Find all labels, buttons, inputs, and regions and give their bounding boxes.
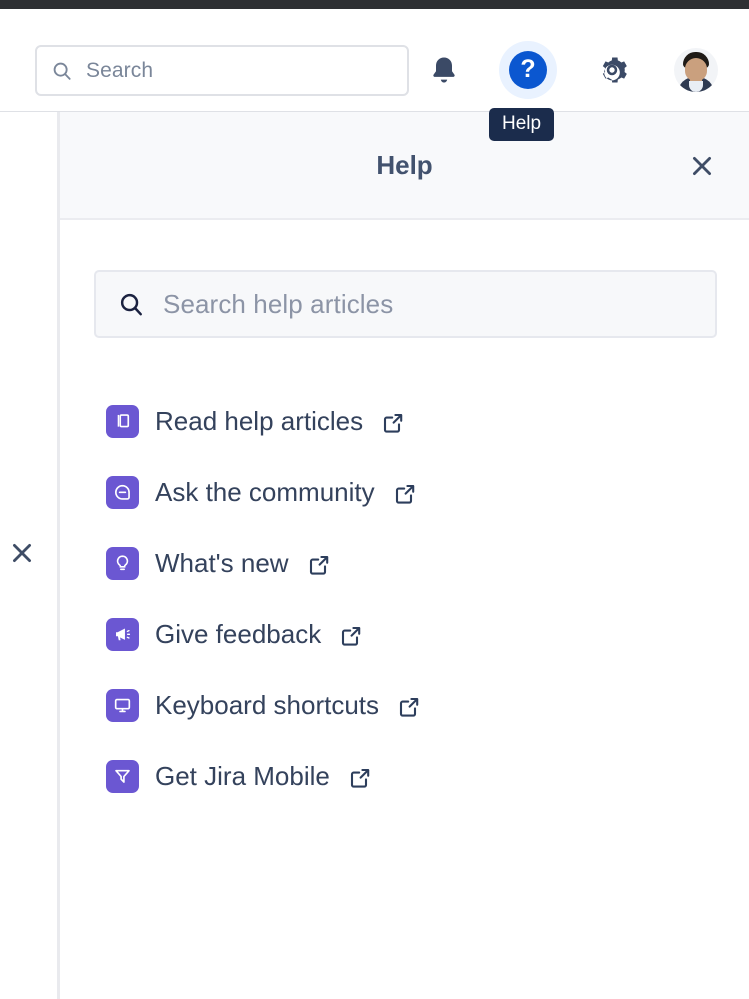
help-panel-screen: Search ? Help Help Search help articles … (0, 0, 749, 999)
monitor-icon (106, 689, 139, 722)
close-icon (13, 544, 31, 562)
global-navigation-bar: Search ? (0, 9, 749, 112)
help-panel-close-button[interactable] (686, 150, 718, 182)
sidebar-collapse-button[interactable] (8, 536, 36, 570)
comment-bubble-icon (106, 476, 139, 509)
help-button[interactable]: ? (499, 41, 557, 99)
help-search-placeholder: Search help articles (163, 288, 394, 319)
megaphone-icon (106, 618, 139, 651)
close-icon (693, 157, 711, 175)
help-link-keyboard-shortcuts[interactable]: Keyboard shortcuts (106, 681, 706, 730)
help-panel: Help Search help articles Read help arti… (60, 112, 749, 999)
help-search-input[interactable]: Search help articles (94, 270, 717, 338)
external-link-icon (397, 695, 421, 719)
global-search-placeholder: Search (86, 58, 154, 82)
os-title-strip (0, 0, 749, 9)
help-link-label: Get Jira Mobile (155, 761, 330, 791)
settings-button[interactable] (583, 41, 641, 99)
lightbulb-icon (106, 547, 139, 580)
help-icon: ? (509, 51, 547, 89)
documents-icon (106, 405, 139, 438)
help-link-label: Keyboard shortcuts (155, 690, 380, 720)
navbar-icon-group: ? (415, 41, 725, 99)
notifications-icon (433, 57, 455, 83)
search-icon (120, 293, 142, 315)
help-link-read-help-articles[interactable]: Read help articles (106, 397, 706, 446)
external-link-icon (307, 553, 331, 577)
profile-button[interactable] (667, 41, 725, 99)
external-link-icon (393, 482, 417, 506)
help-glyph: ? (520, 55, 536, 83)
help-link-ask-the-community[interactable]: Ask the community (106, 468, 706, 517)
external-link-icon (381, 411, 405, 435)
left-sidebar-rail (0, 112, 58, 999)
notifications-button[interactable] (415, 41, 473, 99)
help-link-get-jira-mobile[interactable]: Get Jira Mobile (106, 752, 706, 801)
avatar (674, 48, 718, 92)
help-tooltip: Help (489, 108, 555, 141)
help-link-label: Ask the community (155, 477, 375, 507)
help-link-label: Read help articles (155, 406, 364, 436)
settings-gear-icon (602, 57, 627, 83)
help-panel-title: Help (376, 150, 433, 180)
search-icon (53, 62, 71, 80)
help-link-give-feedback[interactable]: Give feedback (106, 610, 706, 659)
help-panel-header: Help (60, 112, 749, 220)
help-link-label: Give feedback (155, 619, 322, 649)
help-link-whats-new[interactable]: What's new (106, 539, 706, 588)
help-link-label: What's new (155, 548, 289, 578)
external-link-icon (339, 624, 363, 648)
global-search-field[interactable]: Search (35, 45, 409, 96)
jira-mobile-icon (106, 760, 139, 793)
external-link-icon (348, 766, 372, 790)
help-links-list: Read help articles Ask the community Wha… (106, 397, 706, 823)
